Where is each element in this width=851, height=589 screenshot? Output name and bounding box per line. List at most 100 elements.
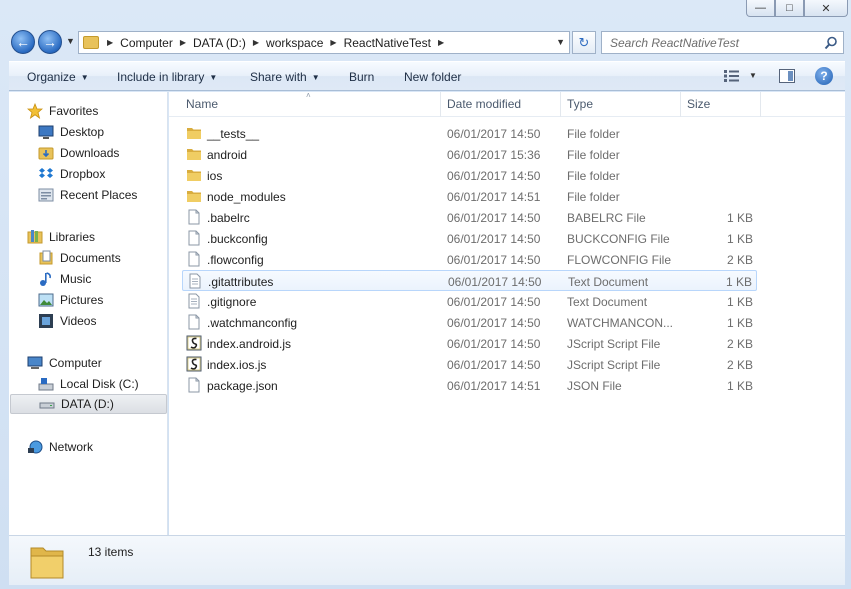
file-size: 1 KB — [726, 316, 753, 330]
file-icon — [186, 314, 202, 330]
file-type: JScript Script File — [567, 358, 661, 372]
file-row[interactable]: .gitattributes 06/01/2017 14:50 Text Docum… — [182, 270, 757, 291]
file-name: .gitattributes — [208, 275, 274, 289]
minimize-button[interactable]: — — [746, 0, 775, 17]
desktop-icon — [38, 125, 54, 139]
file-name: ios — [207, 169, 223, 183]
dropbox-icon — [39, 168, 53, 178]
search-input[interactable] — [610, 35, 820, 50]
file-row[interactable]: .babelrc 06/01/2017 14:50 BABELRC File 1 KB — [182, 207, 757, 228]
file-row[interactable]: __tests__ 06/01/2017 14:50 File folder — [182, 123, 757, 144]
address-history-dropdown[interactable]: ▼ — [556, 37, 565, 47]
column-divider[interactable] — [680, 92, 681, 117]
file-size: 1 KB — [725, 275, 752, 289]
chevron-right-icon[interactable]: ▶ — [438, 38, 444, 47]
file-name: index.android.js — [207, 337, 292, 351]
videos-icon — [39, 314, 53, 328]
file-row[interactable]: node_modules 06/01/2017 14:51 File folder — [182, 186, 757, 207]
breadcrumb-reactnativetest[interactable]: ReactNativeTest — [344, 36, 431, 50]
recent-pages-dropdown[interactable]: ▼ — [66, 36, 75, 46]
chevron-right-icon[interactable]: ▶ — [253, 38, 259, 47]
share-with-button[interactable]: Share with ▼ — [250, 70, 320, 84]
nav-network[interactable]: Network — [27, 437, 184, 457]
column-header: ˄ Name Date modified Type Size — [169, 91, 845, 117]
nav-libraries[interactable]: Libraries — [27, 227, 184, 247]
file-type: JScript Script File — [567, 337, 661, 351]
column-type[interactable]: Type — [567, 97, 593, 111]
file-type: Text Document — [568, 275, 649, 289]
chevron-right-icon[interactable]: ▶ — [180, 38, 186, 47]
file-size: 2 KB — [726, 358, 753, 372]
view-dropdown[interactable]: ▼ — [749, 71, 757, 80]
computer-icon — [27, 356, 43, 369]
file-date-modified: 06/01/2017 14:50 — [447, 295, 541, 309]
file-type: File folder — [567, 190, 620, 204]
sort-ascending-icon: ˄ — [306, 91, 311, 100]
breadcrumb-workspace[interactable]: workspace — [266, 36, 323, 50]
file-date-modified: 06/01/2017 14:50 — [447, 316, 541, 330]
column-divider[interactable] — [440, 92, 441, 117]
file-row[interactable]: .buckconfig 06/01/2017 14:50 BUCKCONFIG Fi… — [182, 228, 757, 249]
file-row[interactable]: android 06/01/2017 15:36 File folder — [182, 144, 757, 165]
file-row[interactable]: index.android.js 06/01/2017 14:50 JScript … — [182, 333, 757, 354]
search-icon[interactable] — [824, 36, 838, 50]
file-row[interactable]: .gitignore 06/01/2017 14:50 Text Document 1… — [182, 291, 757, 312]
caret-down-icon: ▼ — [80, 73, 89, 82]
file-name: .gitignore — [207, 295, 257, 309]
column-divider[interactable] — [760, 92, 761, 117]
nav-favorites[interactable]: Favorites — [27, 101, 184, 121]
caret-down-icon: ▼ — [209, 73, 218, 82]
navigation-pane: Favorites Desktop Downloads Dropbox Rece… — [9, 92, 168, 535]
folder-icon — [186, 146, 202, 162]
command-bar: Organize ▼ Include in library ▼ Share with… — [9, 61, 845, 91]
back-button[interactable]: ← — [11, 30, 35, 54]
column-divider[interactable] — [560, 92, 561, 117]
organize-button[interactable]: Organize ▼ — [27, 70, 89, 84]
refresh-button[interactable]: ↻ — [572, 31, 596, 54]
file-size: 2 KB — [726, 253, 753, 267]
burn-button[interactable]: Burn — [349, 70, 374, 84]
file-type: Text Document — [567, 295, 648, 309]
file-row[interactable]: .flowconfig 06/01/2017 14:50 FLOWCONFIG Fi… — [182, 249, 757, 270]
file-date-modified: 06/01/2017 14:51 — [447, 379, 541, 393]
file-name: package.json — [207, 379, 278, 393]
view-options-icon[interactable] — [724, 70, 740, 82]
nav-computer[interactable]: Computer — [27, 353, 184, 373]
column-size[interactable]: Size — [687, 97, 710, 111]
refresh-icon: ↻ — [578, 34, 590, 50]
folder-icon — [83, 36, 99, 49]
include-in-library-button[interactable]: Include in library ▼ — [117, 70, 217, 84]
search-box[interactable] — [601, 31, 844, 54]
chevron-right-icon[interactable]: ▶ — [330, 38, 336, 47]
file-list: ˄ Name Date modified Type Size __tests__… — [169, 91, 845, 535]
help-icon[interactable]: ? — [815, 67, 833, 85]
breadcrumb-data-drive[interactable]: DATA (D:) — [193, 36, 246, 50]
file-type: JSON File — [567, 379, 622, 393]
preview-pane-icon[interactable] — [779, 69, 795, 83]
file-date-modified: 06/01/2017 15:36 — [447, 148, 541, 162]
file-row[interactable]: ios 06/01/2017 14:50 File folder — [182, 165, 757, 186]
address-bar[interactable]: ▶ Computer ▶ DATA (D:) ▶ workspace ▶ Rea… — [78, 31, 570, 54]
file-name: .babelrc — [207, 211, 250, 225]
file-date-modified: 06/01/2017 14:50 — [447, 169, 541, 183]
file-name: .watchmanconfig — [207, 316, 298, 330]
details-pane: 13 items — [9, 535, 845, 585]
music-icon — [40, 272, 51, 286]
file-type: File folder — [567, 169, 620, 183]
star-icon — [27, 103, 43, 119]
forward-button[interactable]: → — [38, 30, 62, 54]
maximize-button[interactable]: □ — [775, 0, 804, 17]
downloads-folder-icon — [38, 147, 54, 160]
file-row[interactable]: .watchmanconfig 06/01/2017 14:50 WATCHMANC… — [182, 312, 757, 333]
breadcrumb-computer[interactable]: Computer — [120, 36, 173, 50]
close-button[interactable]: ✕ — [804, 0, 848, 17]
chevron-right-icon[interactable]: ▶ — [107, 38, 113, 47]
new-folder-button[interactable]: New folder — [404, 70, 461, 84]
nav-data-drive[interactable]: DATA (D:) — [10, 394, 167, 414]
address-row: ← → ▼ ▶ Computer ▶ DATA (D:) ▶ workspace… — [0, 27, 851, 57]
column-date-modified[interactable]: Date modified — [447, 97, 521, 111]
file-icon — [186, 230, 202, 246]
file-row[interactable]: index.ios.js 06/01/2017 14:50 JScript Scri… — [182, 354, 757, 375]
file-row[interactable]: package.json 06/01/2017 14:51 JSON File 1 K… — [182, 375, 757, 396]
column-name[interactable]: Name — [186, 97, 218, 111]
